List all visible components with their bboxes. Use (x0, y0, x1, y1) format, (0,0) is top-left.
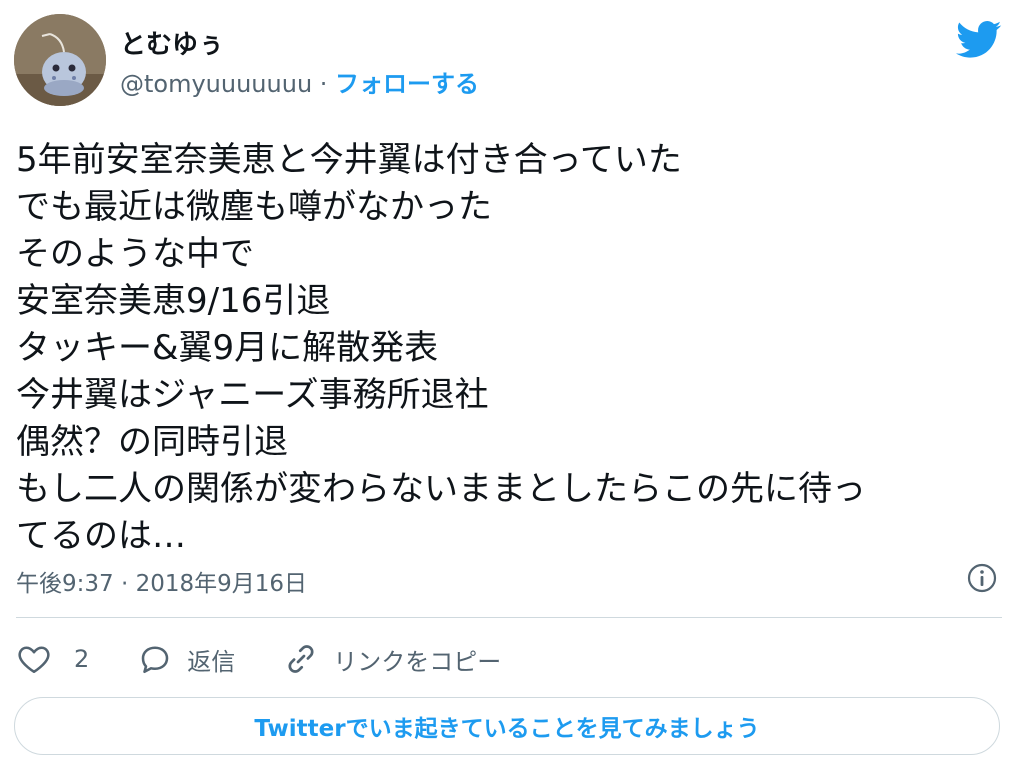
like-button[interactable]: 2 (16, 641, 89, 677)
divider (16, 617, 1002, 618)
tweet-line: もし二人の関係が変わらないままとしたらこの先に待っ (16, 469, 866, 509)
cta-button[interactable]: Twitterでいま起きていることを見てみましょう (14, 697, 1000, 755)
reply-label: 返信 (187, 647, 236, 676)
reply-button[interactable]: 返信 (137, 641, 235, 677)
tweet-line: でも最近は微塵も噂がなかった (16, 187, 492, 227)
twitter-bird-icon[interactable] (956, 20, 1002, 60)
link-icon (288, 645, 314, 673)
user-handle[interactable]: @tomyuuuuuuu (120, 70, 312, 98)
tweet-timestamp[interactable]: 午後9:37 · 2018年9月16日 (16, 564, 307, 598)
follow-button[interactable]: フォローする (335, 70, 479, 98)
tweet-line: 安室奈美恵9/16引退 (16, 281, 331, 321)
copy-link-button[interactable]: リンクをコピー (283, 641, 501, 677)
action-bar: 2 返信 リンクをコピー (16, 637, 501, 681)
tweet-line: 今井翼はジャニーズ事務所退社 (16, 375, 489, 415)
info-icon[interactable] (966, 562, 998, 594)
tweet-line: 5年前安室奈美恵と今井翼は付き合っていた (16, 140, 682, 180)
tweet-line: タッキー&翼9月に解散発表 (16, 328, 439, 368)
copy-link-label: リンクをコピー (333, 647, 502, 676)
handle-row: @tomyuuuuuuu · フォローする (120, 64, 479, 99)
separator-dot: · (312, 70, 336, 98)
tweet-line: そのような中で (16, 234, 254, 274)
tweet-line: 偶然？の同時引退 (16, 422, 288, 462)
tweet-line: てるのは… (16, 516, 186, 556)
heart-icon (18, 646, 50, 674)
tweet-text: 5年前安室奈美恵と今井翼は付き合っていた でも最近は微塵も噂がなかった そのよう… (16, 137, 1006, 560)
avatar[interactable] (14, 14, 106, 106)
avatar-image (14, 14, 106, 106)
display-name[interactable]: とむゆぅ (120, 24, 224, 61)
like-count: 2 (74, 645, 90, 673)
reply-icon (142, 646, 169, 674)
